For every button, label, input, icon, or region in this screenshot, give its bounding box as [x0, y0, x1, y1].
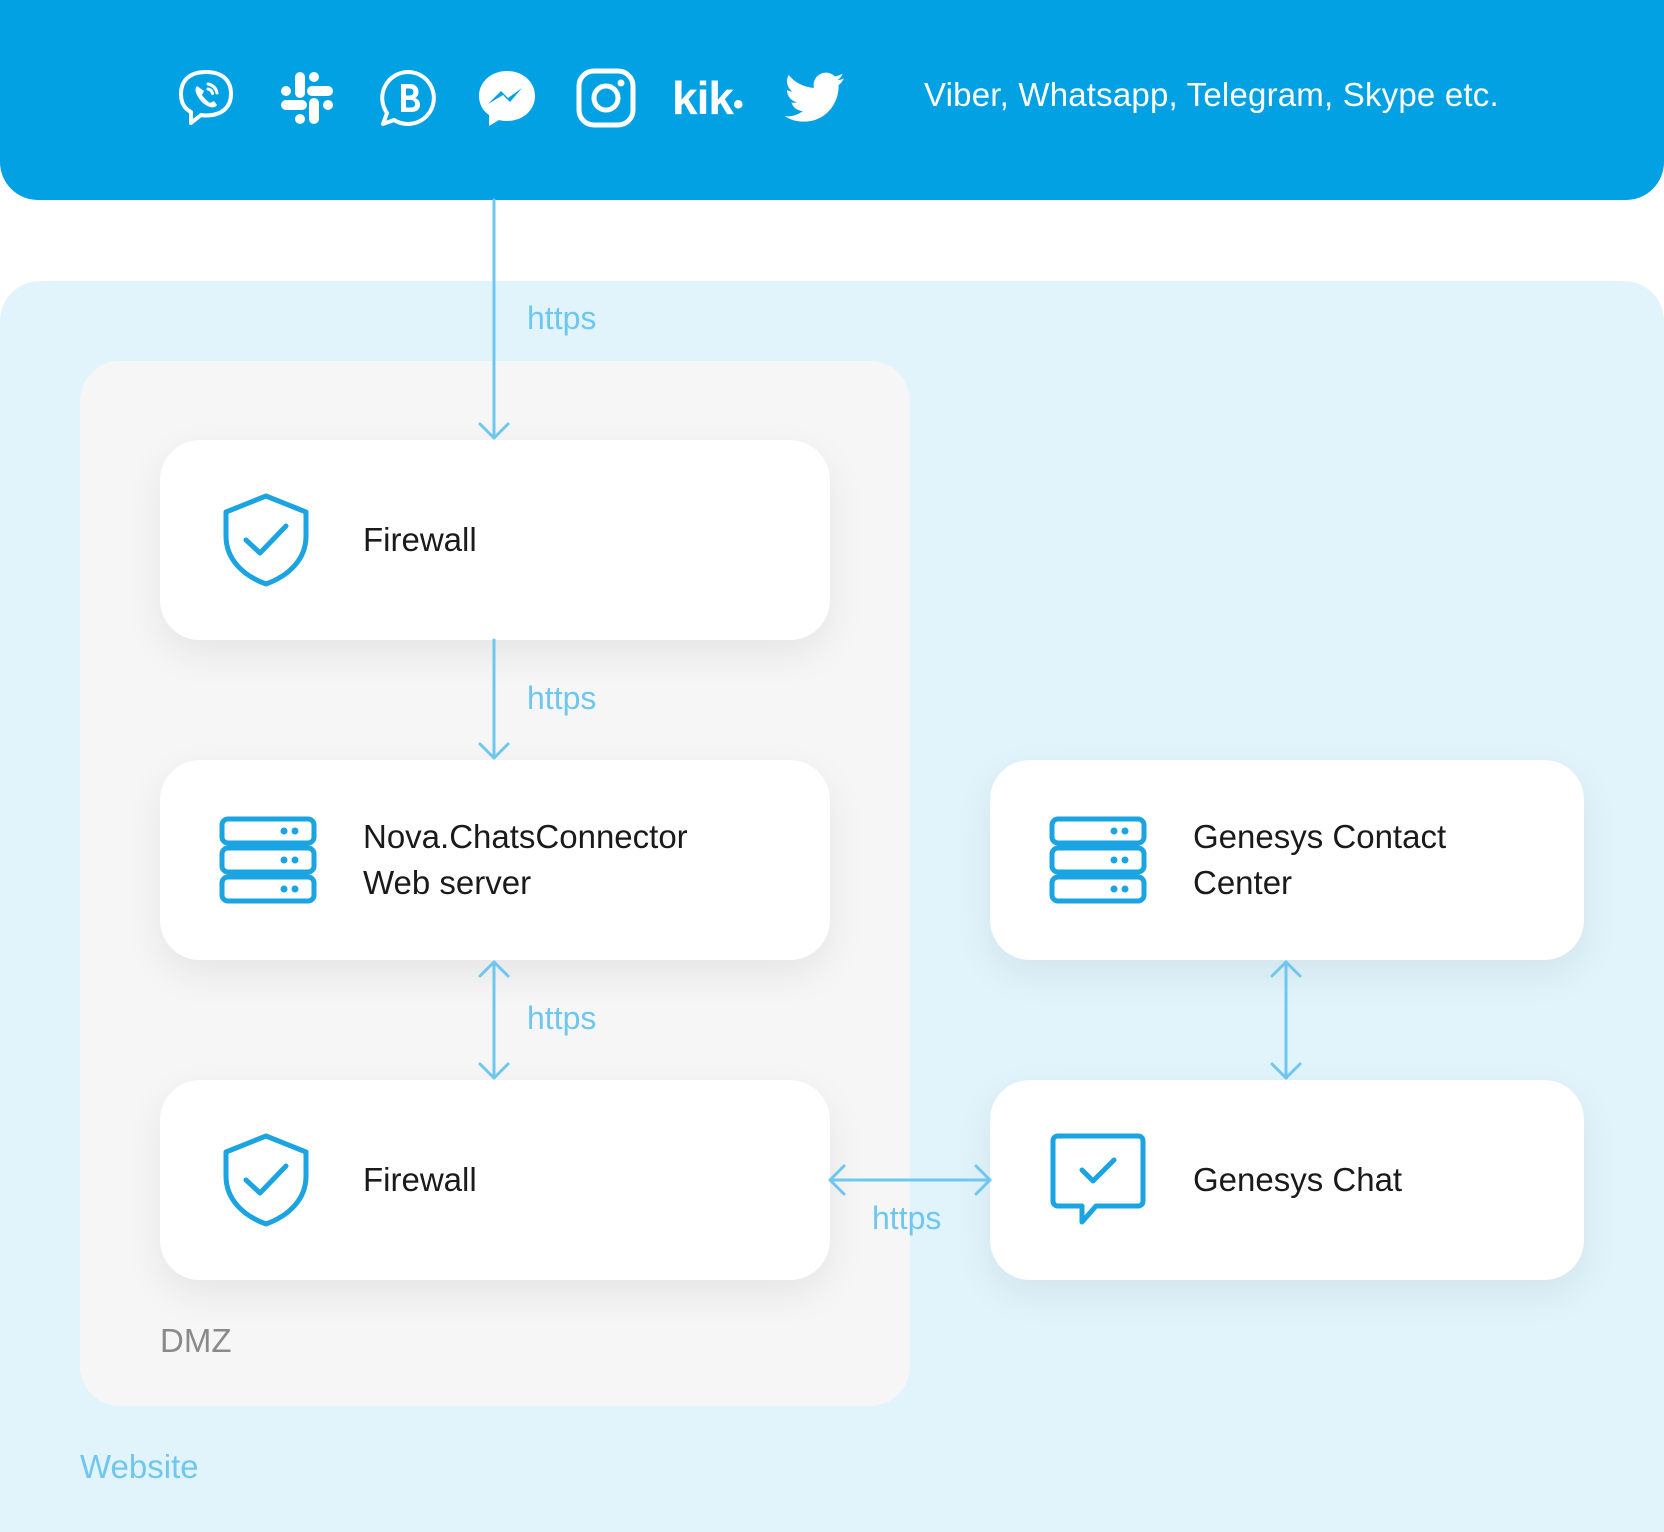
slack-icon: [281, 72, 333, 124]
channels-description: Viber, Whatsapp, Telegram, Skype etc.: [924, 76, 1499, 113]
server-icon: [1049, 816, 1147, 904]
protocol-label-firewall-chat: https: [872, 1200, 942, 1236]
contact-center-node: Genesys Contact Center: [990, 760, 1584, 960]
firewall-bottom-node: Firewall: [160, 1080, 830, 1280]
protocol-label-firewall-server: https: [527, 680, 597, 716]
firewall-bottom-label: Firewall: [363, 1161, 477, 1198]
genesys-chat-node: Genesys Chat: [990, 1080, 1584, 1280]
firewall-top-node: Firewall: [160, 440, 830, 640]
shield-check-icon: [223, 493, 309, 587]
channels-banner: kik• Viber, Whatsapp, Telegram, Skype et…: [0, 0, 1664, 200]
kik-logo-text: kik: [672, 72, 734, 124]
web-server-node: Nova.ChatsConnector Web server: [160, 760, 830, 960]
firewall-top-label: Firewall: [363, 521, 477, 558]
server-icon: [219, 816, 317, 904]
shield-check-icon: [223, 1133, 309, 1227]
genesys-chat-label: Genesys Chat: [1193, 1161, 1403, 1198]
dmz-label: DMZ: [160, 1322, 232, 1359]
protocol-label-server-firewall: https: [527, 1000, 597, 1036]
instagram-icon: [576, 68, 636, 128]
twitter-icon: [784, 72, 844, 122]
viber-icon: [179, 70, 233, 125]
messenger-icon: [479, 71, 535, 126]
protocol-label-channels-firewall: https: [527, 300, 597, 336]
contact-center-label: Genesys Contact Center: [1193, 818, 1447, 901]
chat-check-icon: [1050, 1133, 1146, 1225]
website-label: Website: [80, 1448, 199, 1485]
kik-icon: kik•: [672, 72, 743, 124]
web-server-label: Nova.ChatsConnector Web server: [363, 818, 688, 901]
whatsapp-business-icon: [380, 70, 436, 126]
